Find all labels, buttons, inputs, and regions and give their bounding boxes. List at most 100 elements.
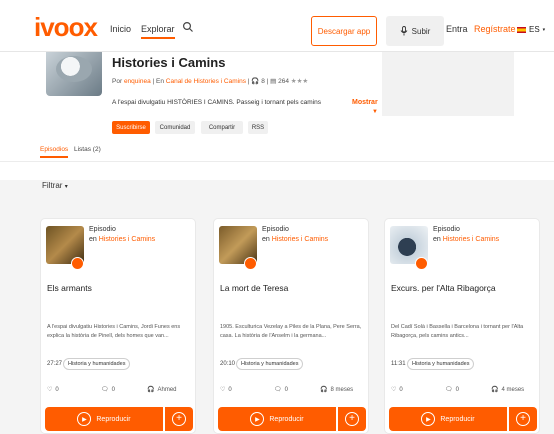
likes-count: 0 [55, 386, 59, 393]
episode-title[interactable]: La mort de Teresa [220, 283, 288, 293]
episode-duration: 11:31 [391, 361, 406, 367]
rss-button[interactable]: RSS [248, 121, 268, 134]
episode-podcast: en Histories i Camins [89, 236, 155, 243]
podcast-avatar [244, 257, 257, 270]
language-label: ES [529, 25, 540, 34]
filter-dropdown[interactable]: Filtrar ▾ [42, 181, 68, 190]
episode-label: Episodio [89, 226, 116, 233]
play-bar: ▶ Reproducir + [389, 407, 537, 431]
chevron-down-icon: ▼ [372, 109, 378, 115]
plus-icon: + [345, 412, 359, 426]
subscribe-button[interactable]: Suscribirse [112, 121, 150, 134]
episode-title[interactable]: Excurs. per l'Alta Ribagorça [391, 283, 496, 293]
author-link[interactable]: enquinea [124, 78, 151, 85]
plays-stat: 🎧 8 meses [320, 386, 353, 394]
comment-stat[interactable]: 🗨 0 [101, 386, 115, 394]
headphones-icon: 🎧 [147, 387, 155, 393]
nav-explore[interactable]: Explorar [141, 24, 175, 39]
episodes-count: 264 [278, 78, 289, 85]
community-button[interactable]: Comunidad [155, 121, 195, 134]
heart-icon: ♡ [47, 387, 53, 393]
share-button[interactable]: Compartir [201, 121, 243, 134]
category-tag[interactable]: Historia y humanidades [407, 358, 475, 370]
play-icon: ▶ [421, 412, 436, 426]
episode-podcast: en Histories i Camins [433, 236, 499, 243]
spain-flag-icon [517, 26, 526, 33]
play-button[interactable]: ▶ Reproducir [45, 407, 163, 431]
like-stat[interactable]: ♡ 0 [220, 386, 232, 394]
plays-value: Ahmed [157, 386, 177, 393]
show-more-link[interactable]: Mostrar [352, 99, 378, 106]
search-icon[interactable] [182, 21, 194, 33]
chevron-down-icon: ▾ [64, 184, 68, 190]
show-description: A l'espai divulgatiu HISTÒRIES I CAMINS.… [112, 99, 321, 106]
plus-icon: + [516, 412, 530, 426]
upload-label: Subir [411, 26, 431, 36]
comment-stat[interactable]: 🗨 0 [445, 386, 459, 394]
chevron-down-icon: ▾ [542, 26, 546, 33]
play-label: Reproducir [440, 415, 475, 423]
headphones-icon: 🎧 [320, 387, 328, 393]
plays-stat: 🎧 4 meses [491, 386, 524, 394]
category-tag[interactable]: Historia y humanidades [236, 358, 304, 370]
channel-link[interactable]: Canal de Histories i Camins [166, 78, 246, 85]
heart-icon: ♡ [220, 387, 226, 393]
episode-card[interactable]: Episodio en Histories i Camins La mort d… [213, 218, 369, 434]
likes-count: 0 [399, 386, 403, 393]
like-stat[interactable]: ♡ 0 [47, 386, 59, 394]
side-panel [382, 52, 514, 116]
play-label: Reproducir [96, 415, 131, 423]
episode-card[interactable]: Episodio en Histories i Camins Excurs. p… [384, 218, 540, 434]
episode-duration: 27:27 [47, 361, 63, 367]
register-link[interactable]: Regístrate [474, 24, 516, 34]
ivoox-logo[interactable]: ivoox [34, 12, 98, 43]
show-title: Histories i Camins [112, 55, 226, 70]
download-app-button[interactable]: Descargar app [311, 16, 377, 46]
play-button[interactable]: ▶ Reproducir [389, 407, 507, 431]
podcast-avatar [415, 257, 428, 270]
play-label: Reproducir [269, 415, 304, 423]
plays-stat: 🎧 Ahmed [147, 386, 177, 394]
podcast-link[interactable]: Histories i Camins [99, 236, 155, 243]
add-to-playlist-button[interactable]: + [507, 407, 537, 431]
podcast-link[interactable]: Histories i Camins [443, 236, 499, 243]
upload-button[interactable]: Subir [386, 16, 444, 46]
episode-podcast: en Histories i Camins [262, 236, 328, 243]
show-cover-image [46, 52, 102, 96]
comments-count: 0 [284, 386, 288, 393]
nav-home[interactable]: Inicio [110, 24, 131, 34]
add-to-playlist-button[interactable]: + [163, 407, 193, 431]
episode-description: A l'espai divulgatiu Histories i Camins,… [47, 324, 181, 339]
episode-title[interactable]: Els armants [47, 283, 92, 293]
in-prefix: en [433, 236, 441, 243]
add-to-playlist-button[interactable]: + [336, 407, 366, 431]
plus-icon: + [172, 412, 186, 426]
login-link[interactable]: Entra [446, 24, 468, 34]
meta-prefix: Por [112, 78, 123, 85]
listeners-count: 8 [261, 78, 265, 85]
episode-card[interactable]: Episodio en Histories i Camins Els arman… [40, 218, 196, 434]
episodes-icon: ▤ [270, 78, 277, 85]
episode-duration: 20:10 [220, 361, 236, 367]
play-icon: ▶ [77, 412, 92, 426]
tab-episodes[interactable]: Episodios [40, 146, 69, 158]
rating-stars-icon: ★★★ [290, 78, 309, 85]
category-tag[interactable]: Historia y humanidades [63, 358, 131, 370]
headphones-icon: 🎧 [251, 78, 260, 85]
meta-in: En [156, 78, 164, 85]
play-bar: ▶ Reproducir + [218, 407, 366, 431]
episode-description: Del Cadí Solà i Bassella i Barcelona i t… [391, 324, 524, 339]
play-button[interactable]: ▶ Reproducir [218, 407, 336, 431]
in-prefix: en [262, 236, 270, 243]
comment-stat[interactable]: 🗨 0 [274, 386, 288, 394]
tab-playlists[interactable]: Listas (2) [74, 146, 101, 153]
comments-count: 0 [111, 386, 115, 393]
heart-icon: ♡ [391, 387, 397, 393]
comment-icon: 🗨 [445, 387, 453, 393]
podcast-link[interactable]: Histories i Camins [272, 236, 328, 243]
episode-label: Episodio [433, 226, 460, 233]
headphones-icon: 🎧 [491, 387, 499, 393]
like-stat[interactable]: ♡ 0 [391, 386, 403, 394]
language-selector[interactable]: ES ▾ [517, 25, 545, 34]
episode-label: Episodio [262, 226, 289, 233]
